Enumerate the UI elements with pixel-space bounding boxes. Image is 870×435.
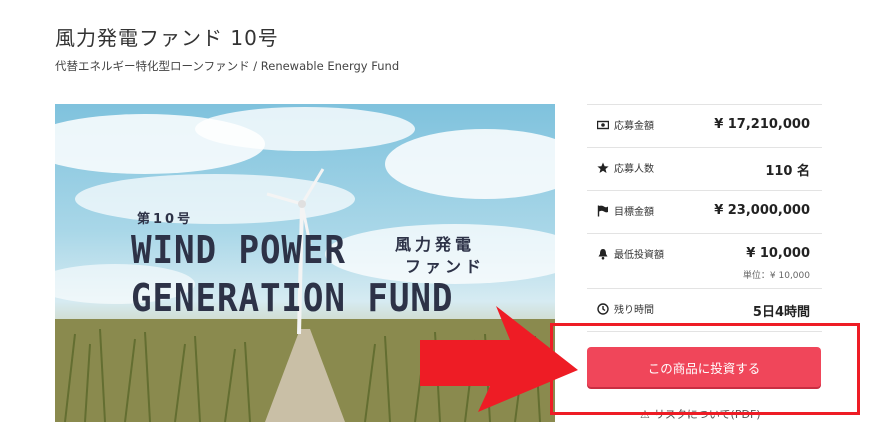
fund-stats-panel: 応募金額 ¥ 17,210,000 応募人数 110 名 目標金額 ¥ 23,0…: [587, 104, 822, 332]
annotation-arrow-icon: [420, 306, 578, 412]
hero-english-line2: GENERATION FUND: [131, 276, 454, 320]
page-subtitle: 代替エネルギー特化型ローンファンド / Renewable Energy Fun…: [55, 59, 400, 73]
hero-japanese-line2: ファンド: [405, 257, 486, 276]
stat-label: 目標金額: [614, 207, 654, 218]
page-title: 風力発電ファンド 10号: [55, 26, 279, 50]
hero-japanese-line1: 風力発電: [395, 235, 476, 254]
flag-icon: [597, 205, 608, 216]
stat-row-minimum-investment: 最低投資額 ¥ 10,000 単位：¥ 10,000: [587, 233, 822, 288]
clock-icon: [597, 302, 609, 315]
money-icon: [597, 120, 609, 129]
star-icon: [597, 162, 609, 173]
stat-value: ¥ 10,000: [746, 246, 810, 261]
hero-english-line1: WIND POWER: [131, 228, 346, 272]
stat-label: 最低投資額: [614, 250, 664, 261]
stat-row-applied-amount: 応募金額 ¥ 17,210,000: [587, 104, 822, 147]
stat-sub-value: 単位：¥ 10,000: [742, 271, 810, 281]
stat-value: 5日4時間: [752, 305, 810, 320]
stat-label: 応募金額: [614, 121, 654, 132]
stat-row-target-amount: 目標金額 ¥ 23,000,000: [587, 190, 822, 233]
stat-value: ¥ 17,210,000: [714, 117, 810, 132]
stat-row-applicants: 応募人数 110 名: [587, 147, 822, 190]
stat-value: 110 名: [765, 164, 810, 179]
hero-number-label: 第10号: [137, 212, 194, 227]
bell-icon: [598, 248, 608, 259]
stat-label: 応募人数: [614, 164, 654, 175]
annotation-highlight-box: [550, 323, 860, 415]
stat-label: 残り時間: [614, 305, 654, 316]
stat-value: ¥ 23,000,000: [714, 203, 810, 218]
